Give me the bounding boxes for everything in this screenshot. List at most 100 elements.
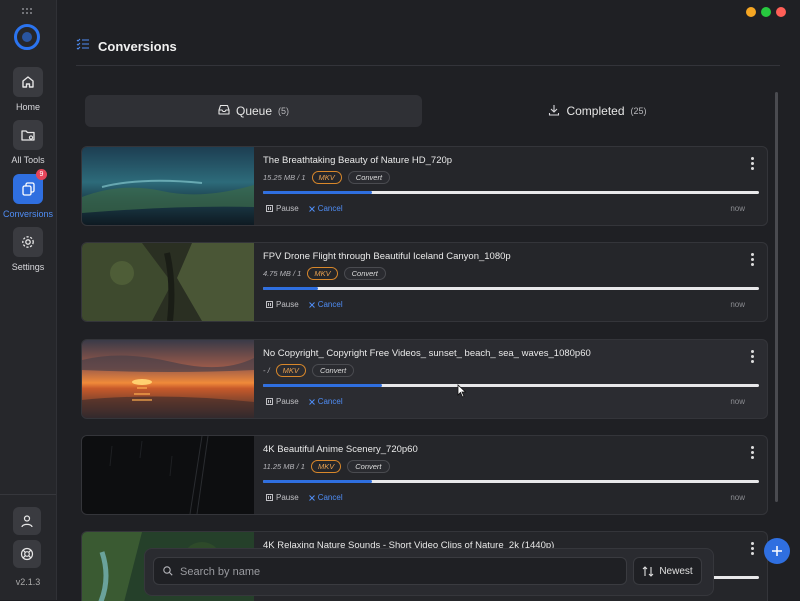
pause-icon bbox=[266, 205, 273, 212]
video-title: The Breathtaking Beauty of Nature HD_720… bbox=[263, 155, 453, 166]
sidebar-item-conversions[interactable]: 9 Conversions bbox=[0, 169, 56, 219]
pause-icon bbox=[266, 398, 273, 405]
format-select[interactable]: MKV bbox=[310, 460, 342, 473]
sort-label: Newest bbox=[659, 565, 693, 577]
sidebar-item-all-tools[interactable]: All Tools bbox=[0, 120, 56, 165]
drag-handle-icon[interactable] bbox=[22, 8, 34, 14]
sidebar-divider bbox=[0, 494, 56, 495]
pause-button[interactable]: Pause bbox=[266, 300, 299, 309]
video-meta: 15.25 MB / 1 MKV Convert bbox=[263, 171, 391, 184]
tab-label: Queue bbox=[235, 104, 273, 118]
sidebar-item-label: Home bbox=[15, 102, 40, 112]
convert-button[interactable]: Convert bbox=[311, 364, 355, 377]
app-window: Home All Tools 9 Conversions Settings v2… bbox=[0, 0, 800, 601]
list-item[interactable]: FPV Drone Flight through Beautiful Icela… bbox=[81, 242, 768, 322]
progress-fill bbox=[263, 287, 318, 290]
close-icon bbox=[308, 494, 315, 501]
video-thumbnail bbox=[82, 243, 254, 321]
pause-icon bbox=[266, 301, 273, 308]
sidebar-item-settings[interactable]: Settings bbox=[0, 227, 56, 272]
cancel-button[interactable]: Cancel bbox=[308, 493, 343, 502]
progress-fill bbox=[263, 191, 373, 194]
timestamp: now bbox=[730, 300, 745, 309]
card-actions: Pause Cancel bbox=[266, 397, 343, 406]
minimize-button[interactable] bbox=[746, 7, 756, 17]
more-options-icon[interactable] bbox=[751, 157, 755, 171]
pause-label: Pause bbox=[276, 204, 299, 213]
header-divider bbox=[76, 65, 780, 66]
user-icon[interactable] bbox=[13, 507, 41, 535]
gear-icon bbox=[13, 227, 43, 257]
video-title: 4K Beautiful Anime Scenery_720p60 bbox=[263, 444, 418, 455]
pause-button[interactable]: Pause bbox=[266, 397, 299, 406]
card-actions: Pause Cancel bbox=[266, 204, 343, 213]
add-button[interactable] bbox=[764, 538, 790, 564]
timestamp: now bbox=[730, 397, 745, 406]
maximize-button[interactable] bbox=[761, 7, 771, 17]
pause-label: Pause bbox=[276, 300, 299, 309]
sidebar-item-label: Conversions bbox=[2, 209, 54, 219]
close-button[interactable] bbox=[776, 7, 786, 17]
progress-bar bbox=[263, 287, 759, 290]
search-field[interactable] bbox=[153, 557, 627, 586]
format-select[interactable]: MKV bbox=[275, 364, 306, 377]
convert-button[interactable]: Convert bbox=[347, 460, 390, 473]
sort-button[interactable]: Newest bbox=[633, 557, 702, 585]
timestamp: now bbox=[730, 204, 745, 213]
folder-gear-icon bbox=[13, 120, 43, 150]
cancel-button[interactable]: Cancel bbox=[308, 397, 343, 406]
search-icon bbox=[163, 566, 173, 576]
more-options-icon[interactable] bbox=[751, 253, 755, 267]
cancel-button[interactable]: Cancel bbox=[308, 204, 343, 213]
more-options-icon[interactable] bbox=[751, 350, 755, 364]
more-options-icon[interactable] bbox=[751, 446, 755, 460]
pause-button[interactable]: Pause bbox=[266, 204, 299, 213]
cancel-label: Cancel bbox=[317, 204, 343, 213]
format-select[interactable]: MKV bbox=[307, 267, 338, 280]
sort-icon bbox=[642, 565, 654, 577]
search-toolbar: Newest bbox=[144, 548, 714, 596]
checklist-icon bbox=[76, 37, 90, 55]
progress-bar bbox=[263, 480, 759, 483]
close-icon bbox=[308, 205, 315, 212]
app-logo-icon bbox=[14, 24, 40, 50]
notification-badge: 9 bbox=[36, 169, 47, 180]
list-item[interactable]: No Copyright_ Copyright Free Videos_ sun… bbox=[81, 339, 768, 419]
video-title: No Copyright_ Copyright Free Videos_ sun… bbox=[263, 348, 591, 359]
app-version: v2.1.3 bbox=[15, 577, 41, 587]
convert-button[interactable]: Convert bbox=[347, 171, 391, 184]
mouse-cursor-icon bbox=[457, 384, 467, 398]
list-item[interactable]: 4K Beautiful Anime Scenery_720p60 11.25 … bbox=[81, 435, 768, 515]
tab-queue[interactable]: Queue (5) bbox=[85, 95, 422, 127]
pause-label: Pause bbox=[276, 397, 299, 406]
file-size: 15.25 MB / 1 bbox=[263, 173, 306, 182]
lifebuoy-icon[interactable] bbox=[13, 540, 41, 568]
pause-button[interactable]: Pause bbox=[266, 493, 299, 502]
tab-completed[interactable]: Completed (25) bbox=[430, 95, 765, 127]
copy-icon: 9 bbox=[13, 169, 47, 204]
more-options-icon[interactable] bbox=[751, 542, 755, 556]
progress-bar bbox=[263, 384, 759, 387]
cancel-label: Cancel bbox=[317, 300, 343, 309]
file-size: - / bbox=[263, 366, 270, 375]
search-input[interactable] bbox=[178, 558, 622, 586]
tab-label: Completed bbox=[566, 104, 625, 118]
scrollbar[interactable] bbox=[775, 92, 778, 502]
video-thumbnail bbox=[82, 436, 254, 514]
card-actions: Pause Cancel bbox=[266, 493, 343, 502]
home-icon bbox=[13, 67, 43, 97]
close-icon bbox=[308, 301, 315, 308]
tab-count: (25) bbox=[630, 106, 647, 116]
page-title: Conversions bbox=[98, 38, 177, 54]
file-size: 4.75 MB / 1 bbox=[263, 269, 302, 278]
sidebar-item-label: All Tools bbox=[11, 155, 45, 165]
video-meta: 11.25 MB / 1 MKV Convert bbox=[263, 460, 390, 473]
sidebar-item-home[interactable]: Home bbox=[0, 67, 56, 112]
pause-icon bbox=[266, 494, 273, 501]
convert-button[interactable]: Convert bbox=[343, 267, 386, 280]
plus-icon bbox=[772, 546, 782, 556]
cancel-button[interactable]: Cancel bbox=[308, 300, 343, 309]
list-item[interactable]: The Breathtaking Beauty of Nature HD_720… bbox=[81, 146, 768, 226]
sidebar: Home All Tools 9 Conversions Settings v2… bbox=[0, 0, 57, 600]
format-select[interactable]: MKV bbox=[311, 171, 342, 184]
